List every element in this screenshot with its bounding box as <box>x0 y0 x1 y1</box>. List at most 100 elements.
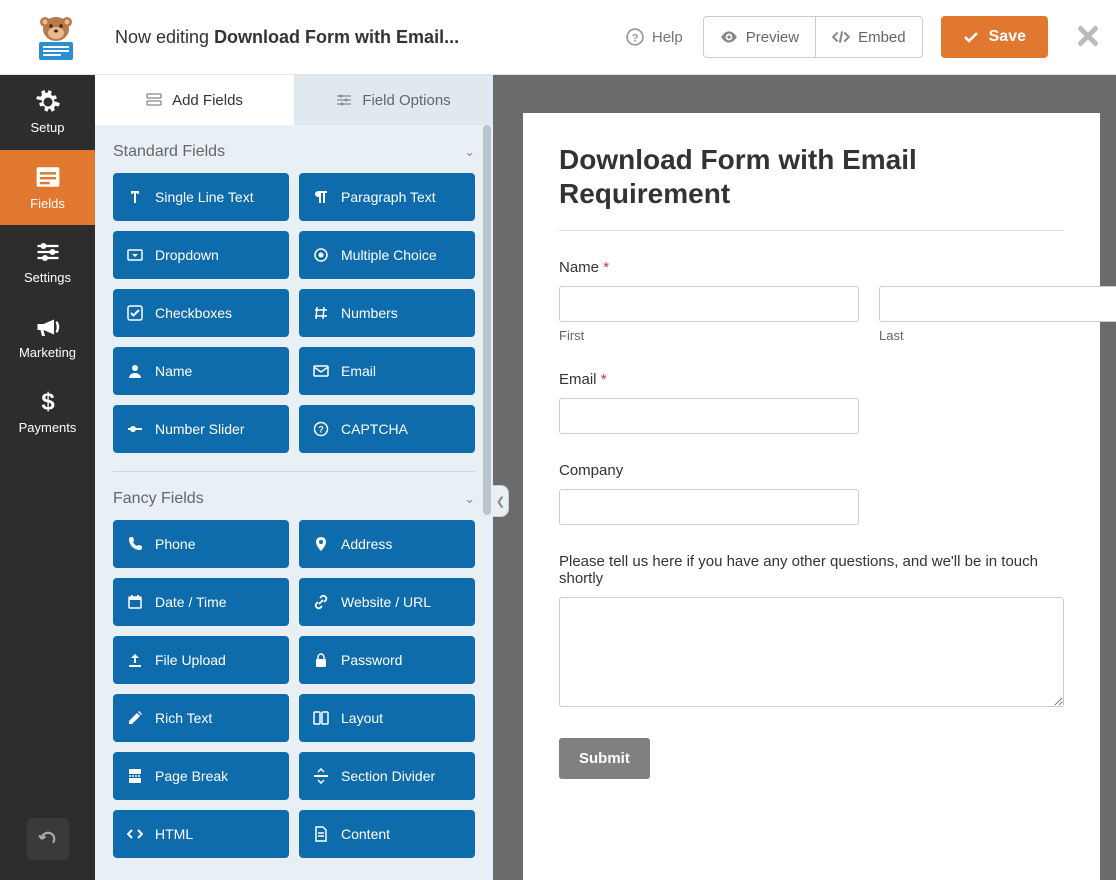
field-message[interactable]: Please tell us here if you have any othe… <box>559 553 1064 710</box>
divider-icon <box>313 768 329 784</box>
field-type-label: Number Slider <box>155 421 244 437</box>
close-icon <box>1078 26 1098 46</box>
field-type-button[interactable]: Multiple Choice <box>299 231 475 279</box>
field-type-button[interactable]: Dropdown <box>113 231 289 279</box>
tab-field-options[interactable]: Field Options <box>294 75 493 125</box>
slider-icon <box>127 421 143 437</box>
fields-sidebar: Add Fields Field Options Standard Fields… <box>95 75 493 880</box>
field-type-button[interactable]: Email <box>299 347 475 395</box>
company-input[interactable] <box>559 489 859 525</box>
name-first-input[interactable] <box>559 286 859 322</box>
nav-fields[interactable]: Fields <box>0 150 95 225</box>
calendar-icon <box>127 594 143 610</box>
field-type-label: Numbers <box>341 305 398 321</box>
field-type-button[interactable]: Single Line Text <box>113 173 289 221</box>
field-type-label: Rich Text <box>155 710 212 726</box>
message-textarea[interactable] <box>559 597 1064 707</box>
code-icon <box>127 826 143 842</box>
collapse-sidebar-button[interactable]: ❮ <box>493 485 509 517</box>
field-label: Company <box>559 462 1064 479</box>
chevron-left-icon: ❮ <box>496 495 505 508</box>
field-type-button[interactable]: Page Break <box>113 752 289 800</box>
nav-label: Settings <box>24 270 71 285</box>
field-type-button[interactable]: Content <box>299 810 475 858</box>
bullhorn-icon <box>36 315 60 339</box>
submit-button[interactable]: Submit <box>559 738 650 779</box>
embed-button[interactable]: Embed <box>816 16 923 58</box>
preview-area: Download Form with Email Requirement Nam… <box>493 75 1116 880</box>
paragraph-icon <box>313 189 329 205</box>
close-button[interactable] <box>1078 26 1098 49</box>
check-icon <box>127 305 143 321</box>
field-type-button[interactable]: CAPTCHA <box>299 405 475 453</box>
options-icon <box>336 92 352 108</box>
radio-icon <box>313 247 329 263</box>
field-label: Email * <box>559 371 1064 388</box>
field-type-label: Multiple Choice <box>341 247 437 263</box>
field-type-button[interactable]: HTML <box>113 810 289 858</box>
nav-label: Payments <box>19 420 77 435</box>
field-type-button[interactable]: Layout <box>299 694 475 742</box>
field-email[interactable]: Email * <box>559 371 1064 434</box>
field-type-label: Paragraph Text <box>341 189 436 205</box>
phone-icon <box>127 536 143 552</box>
section-header[interactable]: Standard Fields⌄ <box>113 125 475 173</box>
field-type-button[interactable]: Paragraph Text <box>299 173 475 221</box>
field-type-button[interactable]: File Upload <box>113 636 289 684</box>
field-type-label: Page Break <box>155 768 228 784</box>
help-link[interactable]: ? Help <box>626 28 683 46</box>
field-type-button[interactable]: Phone <box>113 520 289 568</box>
field-type-button[interactable]: Number Slider <box>113 405 289 453</box>
help-icon <box>313 421 329 437</box>
field-type-button[interactable]: Numbers <box>299 289 475 337</box>
undo-button[interactable] <box>27 818 69 860</box>
sub-label: Last <box>879 328 1116 343</box>
field-type-button[interactable]: Name <box>113 347 289 395</box>
columns-icon <box>313 710 329 726</box>
nav-setup[interactable]: Setup <box>0 75 95 150</box>
upload-icon <box>127 652 143 668</box>
nav-label: Marketing <box>19 345 76 360</box>
field-label: Name * <box>559 259 1064 276</box>
scrollbar[interactable] <box>481 125 493 880</box>
field-name[interactable]: Name * First Last <box>559 259 1064 343</box>
dropdown-icon <box>127 247 143 263</box>
form-canvas[interactable]: Download Form with Email Requirement Nam… <box>523 113 1100 880</box>
field-type-button[interactable]: Section Divider <box>299 752 475 800</box>
editing-label: Now editing Download Form with Email... <box>115 27 459 48</box>
field-type-button[interactable]: Address <box>299 520 475 568</box>
field-type-button[interactable]: Rich Text <box>113 694 289 742</box>
field-type-button[interactable]: Website / URL <box>299 578 475 626</box>
section-header[interactable]: Fancy Fields⌄ <box>113 472 475 520</box>
section-title: Fancy Fields <box>113 490 204 508</box>
field-type-label: Address <box>341 536 392 552</box>
nav-marketing[interactable]: Marketing <box>0 300 95 375</box>
field-company[interactable]: Company <box>559 462 1064 525</box>
preview-button[interactable]: Preview <box>703 16 816 58</box>
left-nav: Setup Fields Settings Marketing $ Paymen… <box>0 75 95 880</box>
nav-payments[interactable]: $ Payments <box>0 375 95 450</box>
doc-icon <box>313 826 329 842</box>
email-input[interactable] <box>559 398 859 434</box>
field-label: Please tell us here if you have any othe… <box>559 553 1064 587</box>
mail-icon <box>313 363 329 379</box>
field-type-label: Date / Time <box>155 594 227 610</box>
field-type-label: Website / URL <box>341 594 431 610</box>
field-type-label: CAPTCHA <box>341 421 408 437</box>
field-type-button[interactable]: Date / Time <box>113 578 289 626</box>
field-type-button[interactable]: Password <box>299 636 475 684</box>
name-last-input[interactable] <box>879 286 1116 322</box>
check-icon <box>963 29 979 45</box>
field-type-label: HTML <box>155 826 193 842</box>
edit-icon <box>127 710 143 726</box>
undo-icon <box>38 829 58 849</box>
save-button[interactable]: Save <box>941 16 1048 58</box>
hash-icon <box>313 305 329 321</box>
logo[interactable] <box>18 14 93 60</box>
tab-add-fields[interactable]: Add Fields <box>95 75 294 125</box>
field-type-button[interactable]: Checkboxes <box>113 289 289 337</box>
chevron-down-icon: ⌄ <box>464 144 475 160</box>
text-icon <box>127 189 143 205</box>
svg-text:$: $ <box>41 390 55 414</box>
nav-settings[interactable]: Settings <box>0 225 95 300</box>
